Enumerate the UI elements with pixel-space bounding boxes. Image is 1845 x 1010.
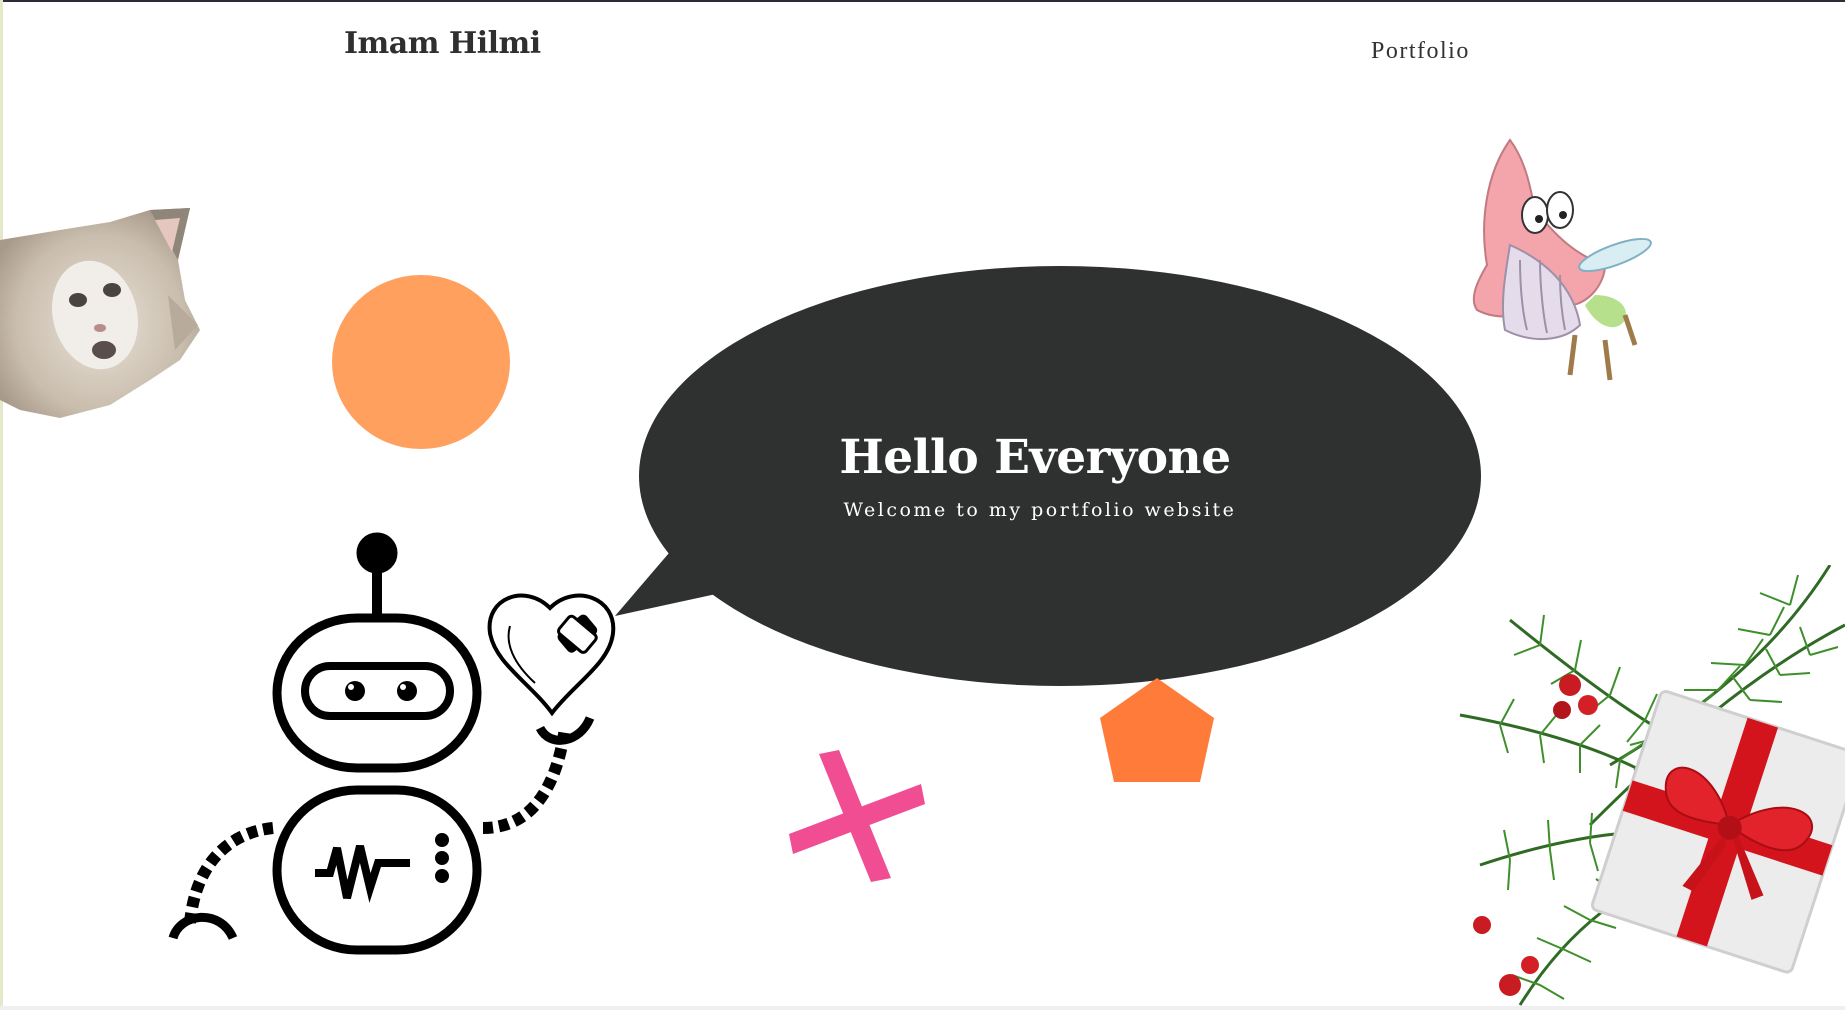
- orange-circle-shape: [332, 275, 510, 449]
- cat-sticker-image: [0, 208, 200, 418]
- site-brand[interactable]: Imam Hilmi: [344, 26, 541, 61]
- pink-cross-shape: [789, 750, 925, 882]
- hero-title: Hello Everyone: [839, 430, 1231, 485]
- robot-holding-heart-icon: [168, 532, 616, 955]
- orange-pentagon-shape: [1100, 678, 1214, 782]
- left-edge-strip: [0, 0, 3, 1010]
- hero-subtitle: Welcome to my portfolio website: [843, 499, 1237, 521]
- top-border: [0, 0, 1845, 2]
- christmas-gift-branch-image: [1459, 565, 1845, 1006]
- patrick-star-sticker-image: [1472, 138, 1652, 381]
- page: Imam Hilmi Portfolio Hello Everyone Welc…: [0, 0, 1845, 1010]
- nav-link-portfolio[interactable]: Portfolio: [1371, 38, 1470, 65]
